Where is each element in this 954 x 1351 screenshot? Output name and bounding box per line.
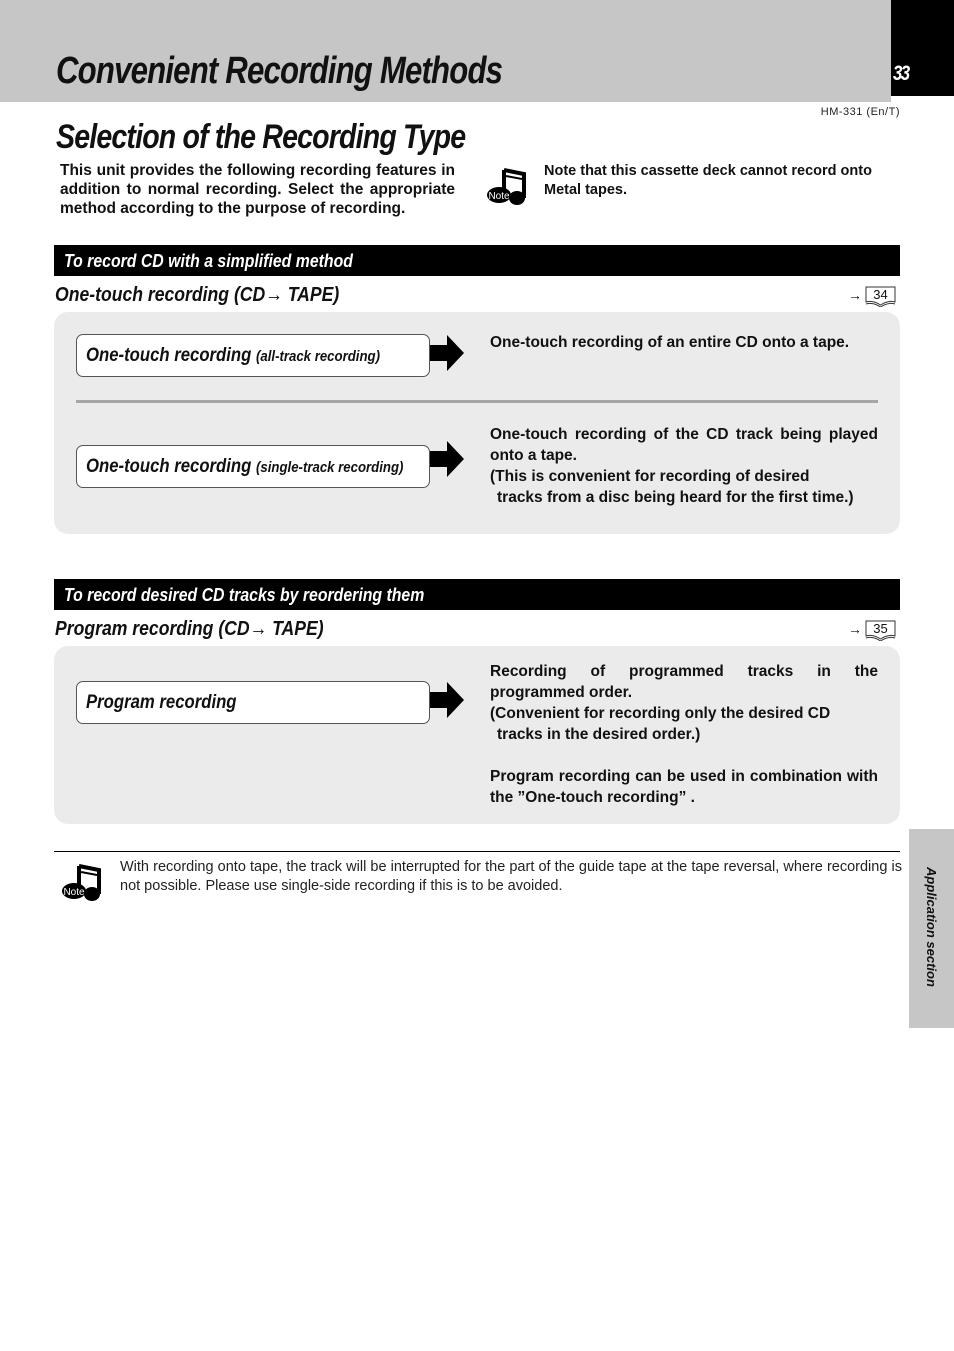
subheading-program: Program recording (CD→ TAPE) (55, 618, 324, 640)
description-line: (This is convenient for recording of des… (490, 468, 810, 485)
description-line: (Convenient for recording only the desir… (490, 705, 831, 722)
item-sublabel: (single-track recording) (256, 459, 404, 476)
note-icon: Note (487, 168, 526, 205)
description-line: Recording of programmed tracks in the pr… (490, 663, 878, 701)
item-label: One-touch recording (86, 345, 252, 366)
section-bar-reordering: To record desired CD tracks by reorderin… (54, 579, 900, 610)
model-code: HM-331 (En/T) (820, 106, 900, 118)
section-bar-title: To record desired CD tracks by reorderin… (64, 585, 425, 605)
section-title: Selection of the Recording Type (56, 118, 466, 156)
note-tape-reversal: With recording onto tape, the track will… (120, 859, 902, 894)
chapter-title: Convenient Recording Methods (56, 50, 503, 92)
svg-text:Note: Note (63, 887, 85, 898)
item-label: Program recording (86, 692, 237, 713)
arrow-right-icon: → (848, 621, 862, 637)
description-line: Program recording can be used in combina… (490, 768, 878, 806)
reference-page-number: 34 (873, 287, 888, 302)
intro-paragraph: This unit provides the following recordi… (60, 162, 455, 217)
item-label: One-touch recording (86, 456, 252, 477)
side-section-tab: Application section (909, 829, 954, 1028)
description-line: tracks in the desired order.) (497, 726, 701, 743)
page-number: 33 (893, 62, 910, 85)
svg-text:Note: Note (488, 191, 510, 202)
arrow-right-icon (430, 335, 464, 371)
one-touch-all-track-description: One-touch recording of an entire CD onto… (490, 334, 850, 351)
arrow-right-icon (430, 682, 464, 718)
one-touch-all-track-box: One-touch recording (all-track recording… (76, 334, 430, 377)
one-touch-panel: One-touch recording (all-track recording… (54, 312, 900, 534)
program-recording-description: Recording of programmed tracks in the pr… (490, 661, 878, 808)
note-icon: Note (62, 864, 101, 901)
note-metal-tapes: Note that this cassette deck cannot reco… (544, 163, 872, 198)
side-tab-label: Application section (924, 867, 939, 987)
arrow-right-icon (430, 441, 464, 477)
subheading-one-touch: One-touch recording (CD→ TAPE) (55, 284, 340, 306)
section-bar-title: To record CD with a simplified method (64, 251, 353, 271)
description-line: tracks from a disc being heard for the f… (497, 489, 854, 506)
divider-rule (54, 851, 900, 852)
divider (76, 400, 878, 403)
program-panel: Program recording Recording of programme… (54, 646, 900, 824)
program-recording-box: Program recording (76, 681, 430, 724)
one-touch-single-track-box: One-touch recording (single-track record… (76, 445, 430, 488)
page-reference[interactable]: → 35 (848, 620, 900, 642)
description-line: One-touch recording of the CD track bein… (490, 426, 878, 464)
arrow-right-icon: → (848, 287, 862, 303)
page-reference[interactable]: → 34 (848, 286, 900, 308)
section-bar-simplified: To record CD with a simplified method (54, 245, 900, 276)
one-touch-single-track-description: One-touch recording of the CD track bein… (490, 424, 878, 508)
reference-page-number: 35 (873, 621, 888, 636)
item-sublabel: (all-track recording) (256, 348, 380, 365)
